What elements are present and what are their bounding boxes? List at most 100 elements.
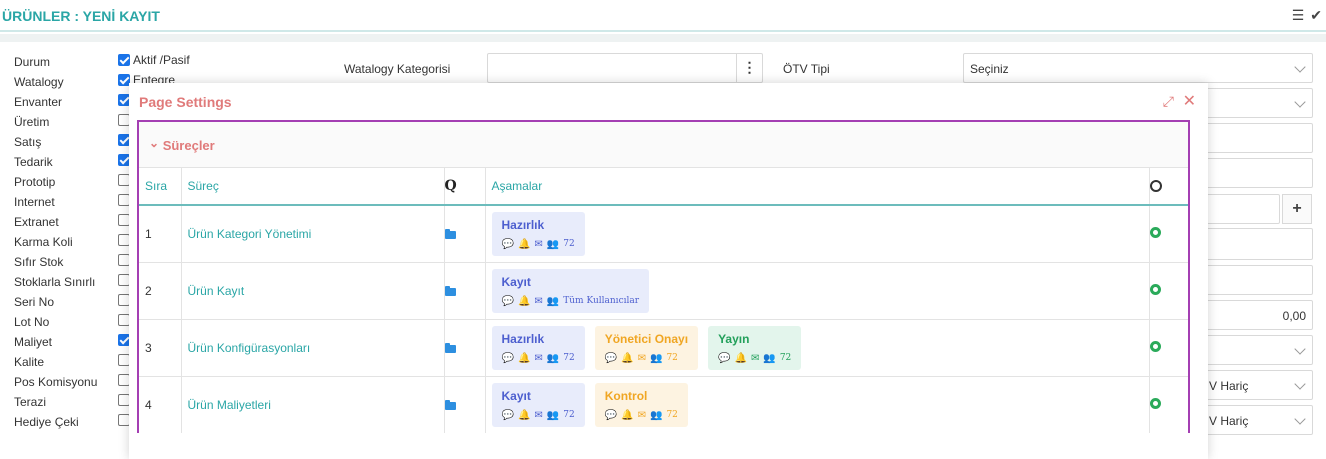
- bell-icon[interactable]: 🔔: [735, 353, 747, 364]
- vat-select-1-value: V Hariç: [1209, 379, 1249, 393]
- row-number: 1: [139, 205, 182, 263]
- stage-users: 72: [563, 410, 575, 421]
- stage-chip[interactable]: Kayıt 💬 🔔 ✉ 👥 Tüm Kullanıcılar: [491, 268, 650, 313]
- stage-users: 72: [666, 410, 678, 421]
- comment-icon[interactable]: 💬: [605, 410, 617, 421]
- text-field-7[interactable]: [1200, 265, 1313, 295]
- vat-select-2[interactable]: V Hariç: [1200, 405, 1313, 435]
- otv-type-value: Seçiniz: [970, 62, 1009, 76]
- table-row[interactable]: 1 Ürün Kategori Yönetimi Hazırlık 💬 🔔 ✉ 👥 72: [139, 205, 1188, 263]
- stage-name: Yönetici Onayı: [604, 331, 689, 346]
- top-bar: ÜRÜNLER : YENİ KAYIT ☰ ✔: [0, 0, 1326, 32]
- vat-select-1[interactable]: V Hariç: [1200, 370, 1313, 400]
- comment-icon[interactable]: 💬: [502, 296, 514, 307]
- text-field-3[interactable]: [1200, 123, 1313, 153]
- col-q: Q: [444, 168, 486, 206]
- stage-icons: 💬 🔔 ✉ 👥 72: [502, 353, 575, 364]
- vat-select-2-value: V Hariç: [1209, 414, 1249, 428]
- add-button[interactable]: +: [1282, 194, 1312, 224]
- field-label: Terazi: [14, 395, 47, 409]
- text-field-5[interactable]: [1200, 194, 1280, 224]
- col-surec: Süreç: [181, 168, 445, 206]
- table-row[interactable]: 3 Ürün Konfigürasyonları Hazırlık 💬 🔔 ✉ 👥 72 Yön…: [139, 319, 1188, 377]
- list-icon[interactable]: ☰: [1292, 7, 1305, 24]
- folder-icon[interactable]: [444, 399, 456, 410]
- field-label: Karma Koli: [14, 235, 73, 249]
- mail-icon[interactable]: ✉: [638, 353, 646, 364]
- chevron-down-icon: ⌄: [149, 136, 160, 150]
- users-icon: 👥: [546, 295, 560, 307]
- help-cell: [1149, 262, 1188, 320]
- bell-icon[interactable]: 🔔: [518, 353, 530, 364]
- processes-header[interactable]: ⌄ Süreçler: [139, 122, 1188, 168]
- more-options-icon[interactable]: ⋮: [736, 54, 762, 82]
- field-label: Durum: [14, 55, 51, 69]
- select-field-9[interactable]: [1200, 335, 1313, 365]
- expand-icon[interactable]: ⤢: [1163, 93, 1174, 110]
- amount-input[interactable]: 0,00: [1200, 300, 1313, 330]
- folder-icon[interactable]: [444, 285, 456, 296]
- mail-icon[interactable]: ✉: [638, 410, 646, 421]
- select-field-2[interactable]: [1200, 88, 1313, 118]
- comment-icon[interactable]: 💬: [502, 410, 514, 421]
- bell-icon[interactable]: 🔔: [621, 410, 633, 421]
- stage-icons: 💬 🔔 ✉ 👥 72: [718, 353, 791, 364]
- stage-name: Yayın: [718, 331, 750, 346]
- field-label: Internet: [14, 195, 55, 209]
- table-row[interactable]: 4 Ürün Maliyetleri Kayıt 💬 🔔 ✉ 👥 72 Kontrol 💬 🔔 ✉ 👥 7…: [139, 376, 1188, 433]
- field-label: Lot No: [14, 315, 50, 329]
- stage-chip[interactable]: Yayın 💬 🔔 ✉ 👥 72: [708, 325, 802, 370]
- otv-type-select[interactable]: Seçiniz: [963, 53, 1313, 83]
- folder-icon[interactable]: [444, 228, 456, 239]
- text-field-4[interactable]: [1200, 158, 1313, 188]
- folder-icon[interactable]: [444, 342, 456, 353]
- comment-icon[interactable]: 💬: [718, 353, 730, 364]
- stage-chip[interactable]: Hazırlık 💬 🔔 ✉ 👥 72: [491, 211, 585, 256]
- field-label: Sıfır Stok: [14, 255, 64, 269]
- mail-icon[interactable]: ✉: [534, 296, 542, 307]
- stage-name: Hazırlık: [501, 217, 545, 232]
- process-name[interactable]: Ürün Kayıt: [181, 262, 445, 320]
- top-actions: ☰ ✔: [1292, 7, 1322, 24]
- watalogy-category-input[interactable]: ⋮: [487, 53, 763, 83]
- users-icon: 👥: [650, 352, 663, 364]
- bell-icon[interactable]: 🔔: [518, 410, 530, 421]
- chevron-down-icon: [1294, 61, 1306, 73]
- bell-icon[interactable]: 🔔: [621, 353, 633, 364]
- textarea-field[interactable]: [1200, 228, 1313, 260]
- otv-type-label: ÖTV Tipi: [783, 62, 830, 76]
- row-number: 3: [139, 319, 182, 377]
- stage-icons: 💬 🔔 ✉ 👥 72: [502, 410, 575, 421]
- stage-chip[interactable]: Hazırlık 💬 🔔 ✉ 👥 72: [491, 325, 585, 370]
- stages-cell: Kayıt 💬 🔔 ✉ 👥 Tüm Kullanıcılar: [485, 262, 1150, 320]
- bell-icon[interactable]: 🔔: [518, 239, 530, 250]
- lifebuoy-icon[interactable]: [1149, 226, 1161, 238]
- lifebuoy-icon[interactable]: [1149, 397, 1161, 409]
- check-icon[interactable]: ✔: [1310, 7, 1322, 24]
- comment-icon[interactable]: 💬: [605, 353, 617, 364]
- process-name[interactable]: Ürün Konfigürasyonları: [181, 319, 445, 377]
- stage-chip[interactable]: Yönetici Onayı 💬 🔔 ✉ 👥 72: [594, 325, 699, 370]
- close-icon[interactable]: ✕: [1183, 91, 1196, 111]
- comment-icon[interactable]: 💬: [502, 353, 514, 364]
- stage-icons: 💬 🔔 ✉ 👥 72: [502, 239, 575, 250]
- field-checkbox[interactable]: [118, 54, 130, 66]
- bell-icon[interactable]: 🔔: [518, 296, 530, 307]
- comment-icon[interactable]: 💬: [502, 239, 514, 250]
- process-name[interactable]: Ürün Maliyetleri: [181, 376, 445, 433]
- sub-bar: [0, 34, 1326, 42]
- mail-icon[interactable]: ✉: [534, 239, 542, 250]
- field-label: Watalogy: [14, 75, 64, 89]
- mail-icon[interactable]: ✉: [751, 353, 759, 364]
- lifebuoy-icon[interactable]: [1149, 340, 1161, 352]
- stage-chip[interactable]: Kontrol 💬 🔔 ✉ 👥 72: [594, 382, 688, 427]
- field-label: Hediye Çeki: [14, 415, 79, 429]
- process-name[interactable]: Ürün Kategori Yönetimi: [181, 205, 445, 263]
- mail-icon[interactable]: ✉: [534, 410, 542, 421]
- stage-chip[interactable]: Kayıt 💬 🔔 ✉ 👥 72: [491, 382, 585, 427]
- mail-icon[interactable]: ✉: [534, 353, 542, 364]
- table-row[interactable]: 2 Ürün Kayıt Kayıt 💬 🔔 ✉ 👥 Tüm Kullanıcılar: [139, 262, 1188, 320]
- lifebuoy-icon[interactable]: [1149, 283, 1161, 295]
- stage-icons: 💬 🔔 ✉ 👥 Tüm Kullanıcılar: [502, 296, 640, 307]
- processes-table: Sıra Süreç Q Aşamalar 1 Ürün Kategori Yön…: [139, 168, 1188, 433]
